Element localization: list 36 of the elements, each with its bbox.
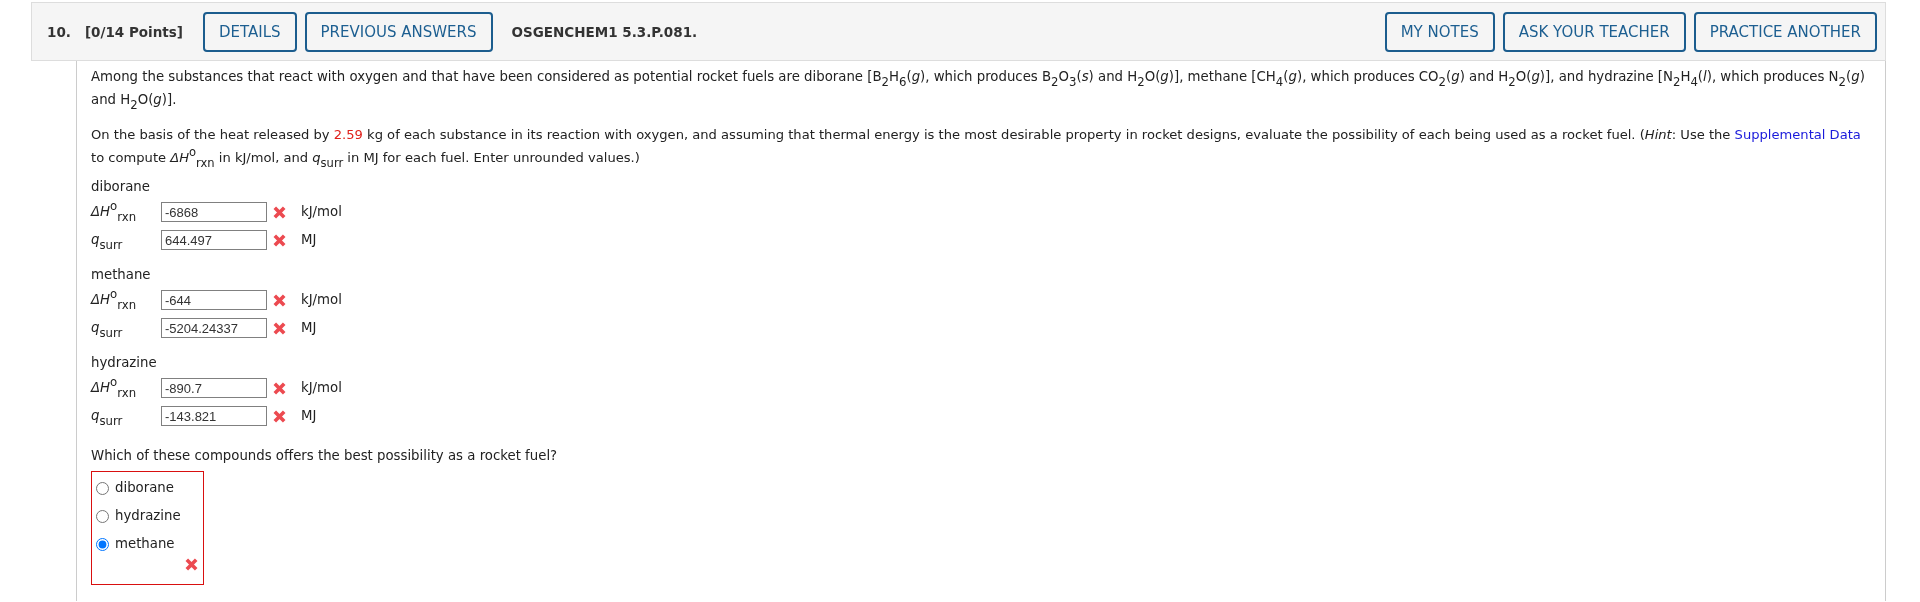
substance-label: methane xyxy=(91,266,152,284)
option-label[interactable]: hydrazine xyxy=(115,506,181,526)
question-code: OSGENCHEM1 5.3.P.081. xyxy=(511,22,698,42)
quantity-label: q$_{surr}$ xyxy=(91,231,124,250)
header-button[interactable]: PREVIOUS ANSWERS xyxy=(304,11,493,52)
points-label: [0/14 Points] xyxy=(84,22,183,42)
substance-label: hydrazine xyxy=(91,354,158,372)
radio-button[interactable] xyxy=(96,481,109,495)
radio-button[interactable] xyxy=(96,509,109,523)
question-number: 10. xyxy=(47,22,71,42)
answer-field[interactable]: -890.7 xyxy=(161,378,267,398)
answer-field[interactable]: -644 xyxy=(161,290,267,310)
quantity-label: q$_{surr}$ xyxy=(91,407,124,426)
answer-field[interactable]: -143.821 xyxy=(161,406,267,426)
answer-field[interactable]: 644.497 xyxy=(161,230,267,250)
answer-field[interactable]: -5204.24337 xyxy=(161,318,267,338)
radio-button[interactable] xyxy=(96,537,109,551)
option-label[interactable]: methane xyxy=(115,534,175,554)
unit-label: kJ/mol xyxy=(301,291,342,309)
instructions-paragraph: On the basis of the heat released by 2.59 kg of each substance in its reaction with oxygen, and assuming that thermal energy is the most desirable property in rocket designs, evaluate the possibility of each being used as a rocket fuel. (Hint: Use the Supplemental Data to compute ΔH$^{o}$$_{rxn}$ in kJ/mol, and q$_{surr}$ in MJ for each fuel. Enter unrounded values.) xyxy=(91,126,1862,169)
header-button[interactable]: ASK YOUR TEACHER xyxy=(1502,11,1686,52)
header-button[interactable]: MY NOTES xyxy=(1384,11,1495,52)
substance-label: diborane xyxy=(91,178,151,196)
unit-label: MJ xyxy=(301,407,317,425)
header-button[interactable]: DETAILS xyxy=(202,11,297,52)
unit-label: kJ/mol xyxy=(301,379,342,397)
intro-paragraph: Among the substances that react with oxygen and that have been considered as potential rocket fuels are diborane [B$_{2}$H$_{6}$(g), which produces B$_{2}$O$_{3}$(s) and H$_{2}$O(g)], methane [CH$_{4}$(g), which produces CO$_{2}$(g) and H$_{2}$O(g)], and hydrazine [N$_{2}$H$_{4}$(l), which produces N$_{2}$(g) and H$_{2}$O(g)]. xyxy=(91,68,1866,111)
unit-label: MJ xyxy=(301,231,317,249)
option-label[interactable]: diborane xyxy=(115,478,174,498)
answer-field[interactable]: -6868 xyxy=(161,202,267,222)
quantity-label: q$_{surr}$ xyxy=(91,319,124,338)
unit-label: MJ xyxy=(301,319,317,337)
supplemental-data-link[interactable]: Supplemental Data xyxy=(1734,127,1861,142)
unit-label: kJ/mol xyxy=(301,203,342,221)
question-prompt: Which of these compounds offers the best possibility as a rocket fuel? xyxy=(91,447,559,465)
header-button[interactable]: PRACTICE ANOTHER xyxy=(1693,11,1877,52)
